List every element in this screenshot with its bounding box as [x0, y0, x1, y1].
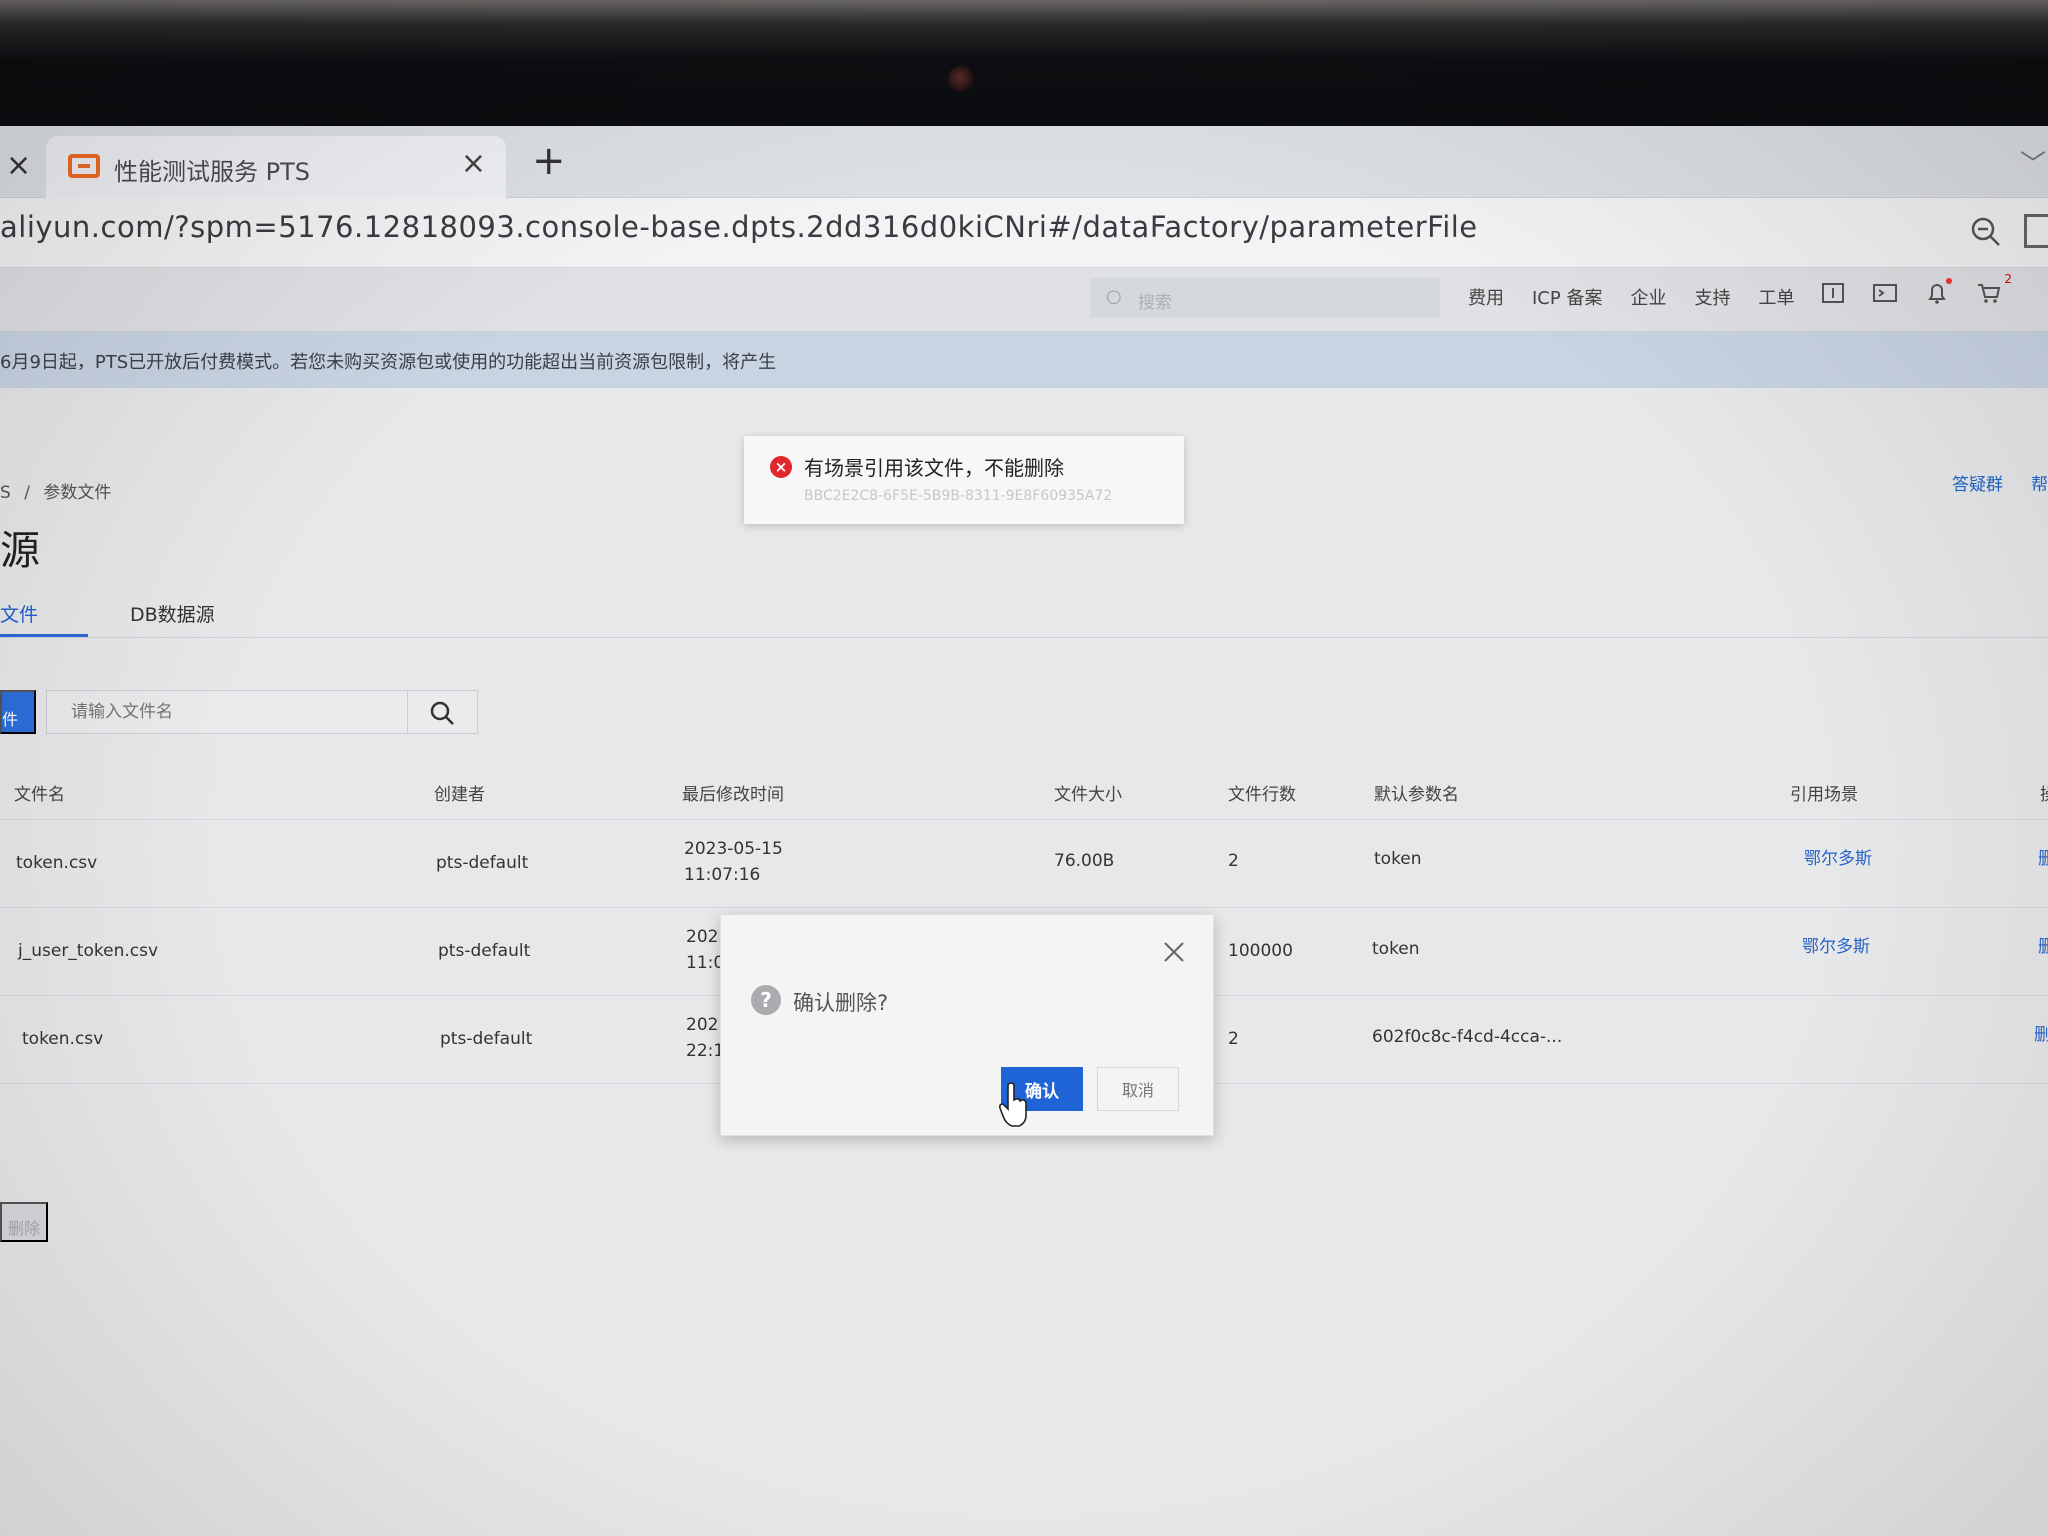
- console-search-input[interactable]: ○ 搜索: [1090, 278, 1440, 318]
- cell-lines: 100000: [1228, 941, 1293, 961]
- bell-icon[interactable]: [1924, 278, 1952, 306]
- cell-lines: 2: [1228, 1029, 1239, 1049]
- cell-param: token: [1372, 939, 1420, 959]
- breadcrumb-root[interactable]: S: [0, 483, 11, 503]
- cell-time: 11:0: [686, 953, 725, 973]
- th-size: 文件大小: [1054, 785, 1122, 805]
- cancel-button[interactable]: 取消: [1097, 1067, 1179, 1111]
- tab-list-chevron-icon[interactable]: ﹀: [2020, 144, 2046, 181]
- cell-date: 2023-05-15: [684, 839, 783, 859]
- top-icons: 2: [1820, 272, 2012, 306]
- dialog-message: 确认删除?: [793, 991, 889, 1015]
- cell-scene-link[interactable]: 鄂尔多斯: [1804, 846, 1872, 872]
- search-divider: [407, 691, 408, 733]
- top-nav: 费用 ICP 备案 企业 支持 工单: [1468, 284, 1794, 310]
- cell-time: 22:1: [686, 1041, 725, 1061]
- zoom-icon[interactable]: [1966, 212, 2006, 252]
- toast-request-id: BBC2E2C8-6F5E-5B9B-8311-9E8F60935A72: [804, 488, 1113, 504]
- cell-lines: 2: [1228, 851, 1239, 871]
- notification-dot: [1946, 278, 1952, 284]
- hand-cursor-icon: [999, 1082, 1027, 1127]
- extension-icon[interactable]: [2024, 214, 2048, 248]
- delete-link[interactable]: 删: [2034, 1022, 2048, 1048]
- nav-enterprise[interactable]: 企业: [1630, 284, 1666, 310]
- cell-date: 202: [686, 1015, 719, 1035]
- cell-creator: pts-default: [440, 1029, 533, 1049]
- close-icon[interactable]: [1161, 939, 1187, 965]
- delete-link[interactable]: 删: [2038, 934, 2048, 960]
- terminal-icon[interactable]: [1872, 280, 1898, 306]
- prev-tab-close-icon[interactable]: ×: [6, 148, 31, 183]
- cell-size: 76.00B: [1054, 851, 1115, 871]
- confirm-delete-dialog: ? 确认删除? 确认 取消: [720, 914, 1214, 1136]
- tab-title: 性能测试服务 PTS: [114, 158, 310, 186]
- cell-param: 602f0c8c-f4cd-4cca-...: [1372, 1027, 1563, 1047]
- cell-creator: pts-default: [438, 941, 531, 961]
- console-search-placeholder: 搜索: [1138, 293, 1172, 313]
- help-group-link[interactable]: 答疑群: [1952, 470, 2003, 495]
- tab-file[interactable]: 文件: [0, 600, 38, 627]
- tab-db-source[interactable]: DB数据源: [130, 600, 215, 627]
- th-scene: 引用场景: [1790, 785, 1858, 805]
- nav-support[interactable]: 支持: [1694, 284, 1730, 310]
- browser-tab-bar: × 性能测试服务 PTS × + ﹀: [0, 126, 2048, 198]
- console-header: ○ 搜索 费用 ICP 备案 企业 支持 工单 2: [0, 268, 2048, 332]
- upload-file-button[interactable]: 件: [0, 690, 36, 734]
- cell-param: token: [1374, 849, 1422, 869]
- table-header: 文件名 创建者 最后修改时间 文件大小 文件行数 默认参数名 引用场景 操: [0, 758, 2048, 820]
- new-tab-button[interactable]: +: [532, 138, 566, 184]
- page-title: 源: [0, 528, 40, 574]
- breadcrumb-separator: /: [24, 483, 30, 503]
- cell-filename: j_user_token.csv: [18, 941, 159, 961]
- question-circle-icon: ?: [751, 985, 781, 1015]
- batch-delete-button[interactable]: 删除: [0, 1202, 48, 1242]
- file-search: [46, 690, 478, 734]
- url-text[interactable]: aliyun.com/?spm=5176.12818093.console-ba…: [0, 210, 1478, 244]
- breadcrumb: S / 参数文件: [0, 478, 111, 503]
- notice-text: 6月9日起，PTS已开放后付费模式。若您未购买资源包或使用的功能超出当前资源包限…: [0, 352, 777, 373]
- cell-filename: token.csv: [22, 1029, 104, 1049]
- screen: × 性能测试服务 PTS × + ﹀ aliyun.com/?spm=5176.…: [0, 126, 2048, 1536]
- tab-close-icon[interactable]: ×: [461, 146, 486, 181]
- toast-message: 有场景引用该文件，不能删除: [804, 456, 1064, 480]
- error-toast: × 有场景引用该文件，不能删除 BBC2E2C8-6F5E-5B9B-8311-…: [744, 436, 1184, 524]
- table-row: token.csv pts-default 2023-05-15 11:07:1…: [0, 820, 2048, 908]
- th-param: 默认参数名: [1374, 785, 1459, 805]
- nav-billing[interactable]: 费用: [1468, 284, 1504, 310]
- cell-time: 11:07:16: [684, 865, 761, 885]
- breadcrumb-current: 参数文件: [43, 483, 112, 503]
- th-filename: 文件名: [14, 785, 65, 805]
- notice-banner: 6月9日起，PTS已开放后付费模式。若您未购买资源包或使用的功能超出当前资源包限…: [0, 332, 2048, 388]
- browser-tab-pts[interactable]: 性能测试服务 PTS ×: [46, 136, 506, 198]
- th-op: 操: [2040, 780, 2048, 805]
- th-lines: 文件行数: [1228, 785, 1296, 805]
- cell-filename: token.csv: [16, 853, 98, 873]
- app-icon[interactable]: [1820, 280, 1846, 306]
- webcam: [948, 66, 974, 92]
- nav-icp[interactable]: ICP 备案: [1532, 284, 1602, 310]
- th-creator: 创建者: [434, 785, 485, 805]
- address-bar[interactable]: aliyun.com/?spm=5176.12818093.console-ba…: [0, 198, 2048, 268]
- delete-link[interactable]: 删: [2038, 846, 2048, 872]
- th-modified: 最后修改时间: [682, 785, 784, 805]
- help-links: 答疑群 帮: [1952, 470, 2048, 495]
- cart-count-badge: 2: [2004, 272, 2012, 286]
- monitor-bezel: [0, 0, 2048, 128]
- help-link[interactable]: 帮: [2031, 470, 2048, 495]
- aliyun-logo-icon: [68, 154, 100, 178]
- active-tab-indicator: [0, 634, 88, 637]
- nav-ticket[interactable]: 工单: [1758, 284, 1794, 310]
- search-icon: ○: [1106, 286, 1122, 307]
- file-search-input[interactable]: [47, 691, 407, 733]
- cell-scene-link[interactable]: 鄂尔多斯: [1802, 934, 1870, 960]
- cart-icon[interactable]: 2: [1976, 272, 2012, 306]
- error-circle-icon: ×: [770, 456, 792, 478]
- data-source-tabs: 文件 DB数据源: [0, 594, 2048, 638]
- search-icon[interactable]: [427, 698, 457, 728]
- cell-creator: pts-default: [436, 853, 529, 873]
